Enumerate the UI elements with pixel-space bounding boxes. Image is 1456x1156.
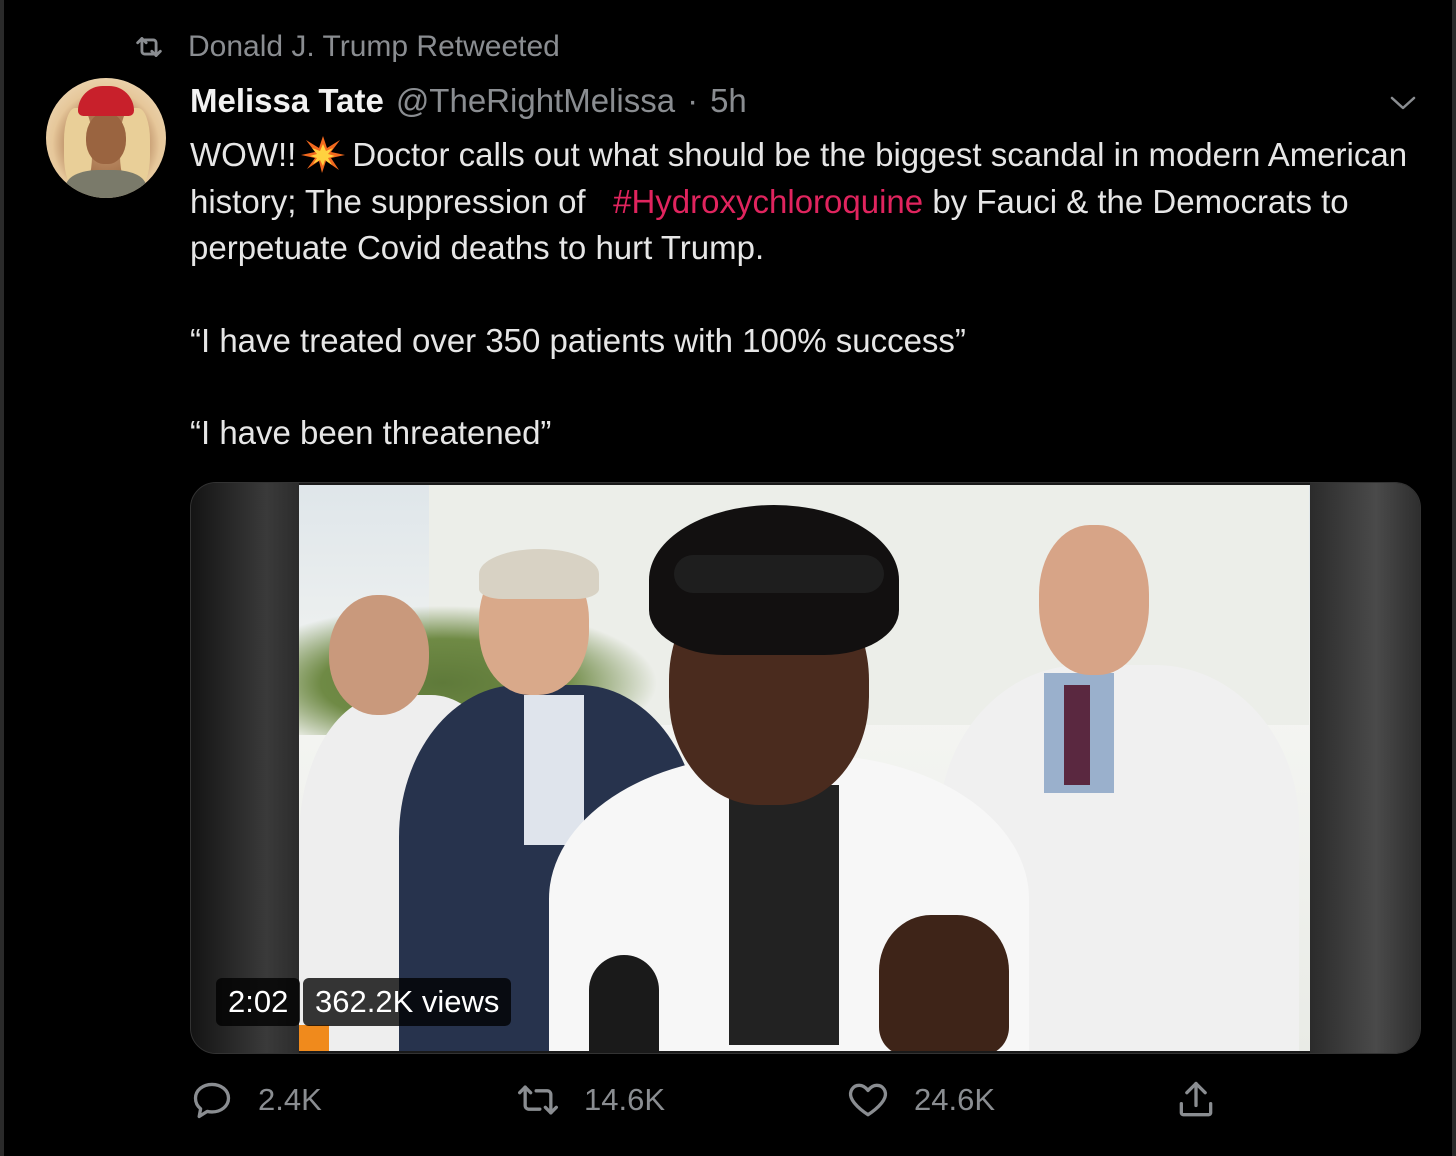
video-thumbnail xyxy=(299,485,1312,1051)
avatar[interactable] xyxy=(46,78,166,198)
header-separator: · xyxy=(687,82,699,119)
like-button[interactable]: 24.6K xyxy=(846,1078,995,1122)
retweet-context-label[interactable]: Donald J. Trump Retweeted xyxy=(188,30,560,64)
video-duration-badge: 2:02 xyxy=(216,978,301,1026)
video-letterbox-right xyxy=(1310,483,1420,1053)
reply-button[interactable]: 2.4K xyxy=(190,1078,322,1122)
tweet-actions: 2.4K 14.6K 24.6K xyxy=(190,1078,1230,1130)
tweet-quote-2: “I have been threatened” xyxy=(190,414,552,451)
share-icon xyxy=(1179,1081,1213,1117)
tweet-text: WOW!! Doctor calls out what should be the… xyxy=(190,132,1420,457)
retweet-context: Donald J. Trump Retweeted xyxy=(132,30,560,64)
retweet-count: 14.6K xyxy=(584,1082,666,1117)
collision-emoji-icon xyxy=(301,136,346,173)
hashtag-link[interactable]: #Hydroxychloroquine xyxy=(613,183,923,220)
tweet-quote-1: “I have treated over 350 patients with 1… xyxy=(190,321,966,359)
reply-icon xyxy=(193,1082,231,1119)
heart-icon xyxy=(848,1083,888,1117)
retweet-icon xyxy=(136,37,162,57)
reply-count: 2.4K xyxy=(258,1082,322,1117)
video-letterbox-left xyxy=(191,483,299,1053)
tweet-header: Melissa Tate @TheRightMelissa · 5h xyxy=(190,82,747,120)
tweet-card[interactable]: Donald J. Trump Retweeted Melissa Tate @… xyxy=(0,0,1456,1156)
video-views-badge: 362.2K views xyxy=(303,978,512,1026)
retweet-icon xyxy=(518,1085,558,1115)
video-player[interactable] xyxy=(190,482,1421,1054)
like-count: 24.6K xyxy=(914,1082,996,1117)
tweet-paragraph-main: WOW!! Doctor calls out what should be the… xyxy=(190,132,1420,272)
chevron-down-icon[interactable] xyxy=(1388,90,1418,114)
tweet-text-wow: WOW!! xyxy=(190,136,297,173)
retweet-button[interactable]: 14.6K xyxy=(516,1078,665,1122)
tweet-timestamp[interactable]: 5h xyxy=(710,82,747,120)
author-display-name[interactable]: Melissa Tate xyxy=(190,82,384,120)
author-handle[interactable]: @TheRightMelissa xyxy=(396,82,675,120)
share-button[interactable] xyxy=(1174,1078,1218,1122)
